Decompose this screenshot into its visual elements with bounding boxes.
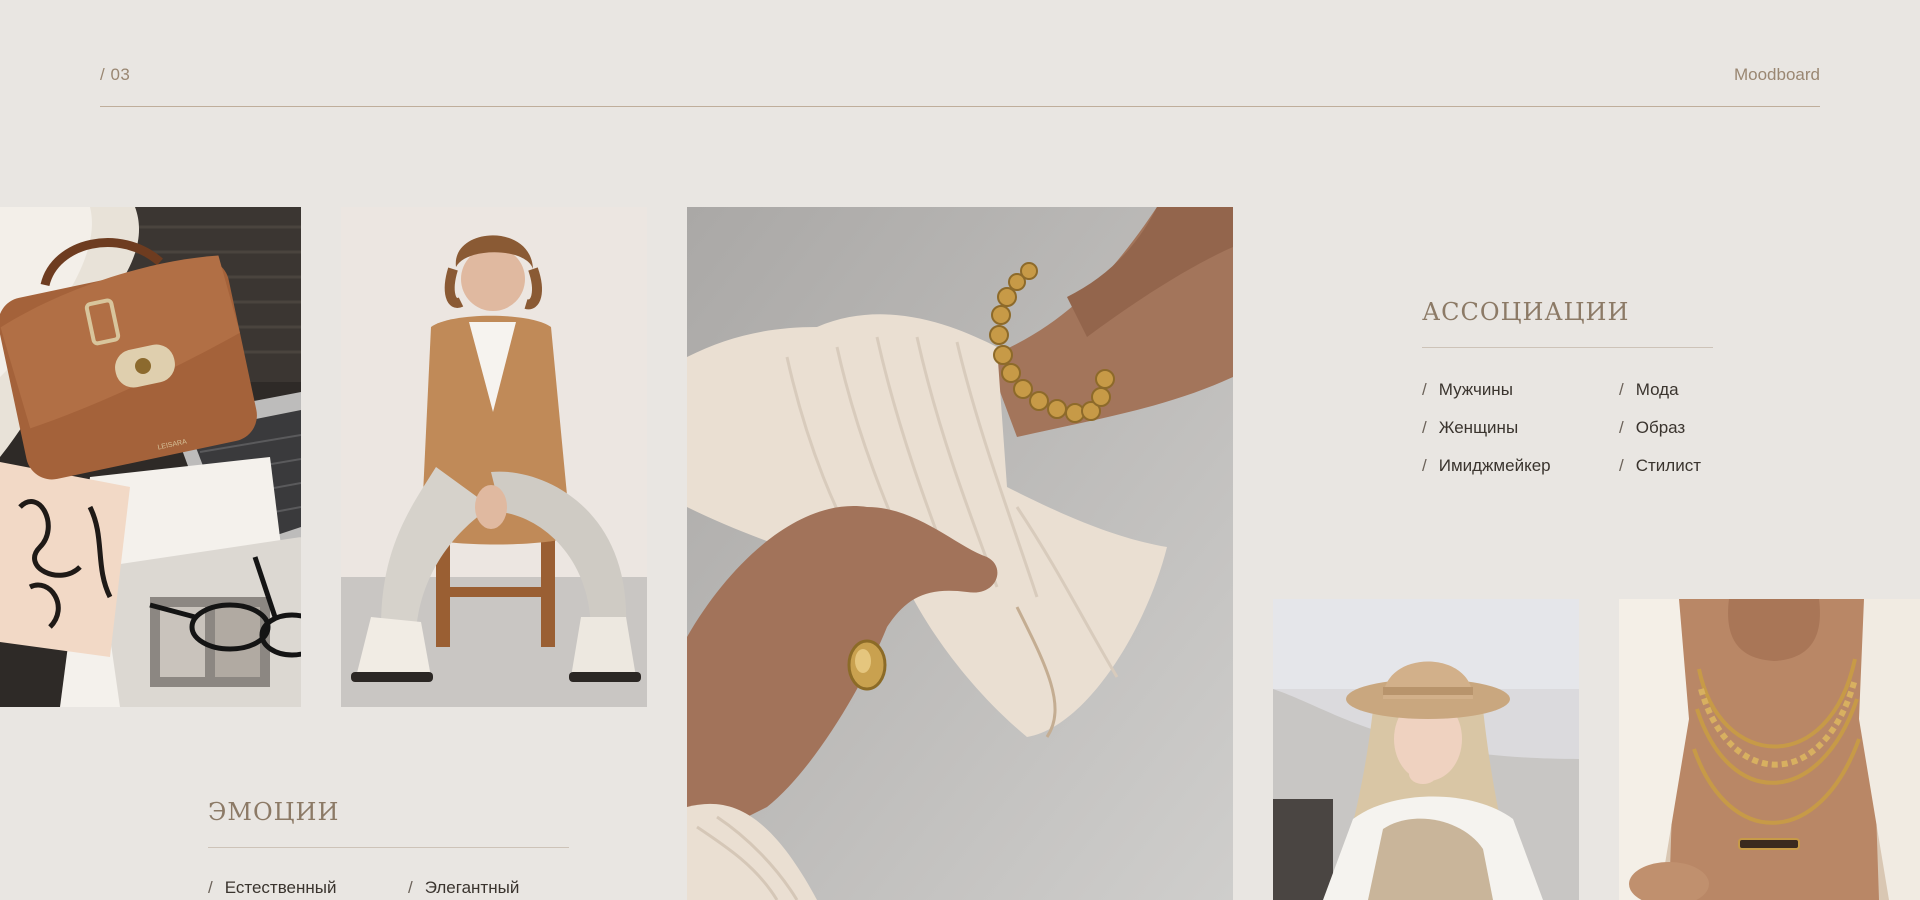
associations-list: / Мужчины / Мода / Женщины / Образ / Имиджмей… <box>1422 378 1816 478</box>
associations-heading: АССОЦИАЦИИ <box>1422 298 1630 326</box>
associations-divider <box>1422 347 1713 348</box>
page-number: / 03 <box>100 65 131 84</box>
tag-item: / Естественный <box>208 878 337 897</box>
emotions-list: / Естественный / Элегантный <box>208 876 608 900</box>
header-divider <box>100 106 1820 107</box>
tag-item: / Имиджмейкер <box>1422 456 1551 475</box>
tag-item: / Стилист <box>1619 456 1701 475</box>
photo-woman-hat <box>1273 599 1579 900</box>
photo-man-camel-coat <box>341 207 647 707</box>
tag-item: / Мужчины <box>1422 380 1513 399</box>
tag-item: / Женщины <box>1422 418 1519 437</box>
emotions-heading: ЭМОЦИИ <box>208 798 340 826</box>
photo-bag-flatlay: LEISARA <box>0 207 301 707</box>
emotions-divider <box>208 847 569 848</box>
photo-hands-jewelry <box>687 207 1233 900</box>
photo-gold-necklaces <box>1619 599 1920 900</box>
tag-item: / Элегантный <box>408 878 520 897</box>
tag-item: / Образ <box>1619 418 1686 437</box>
page-title: Moodboard <box>1733 65 1820 84</box>
tag-item: / Мода <box>1619 380 1679 399</box>
